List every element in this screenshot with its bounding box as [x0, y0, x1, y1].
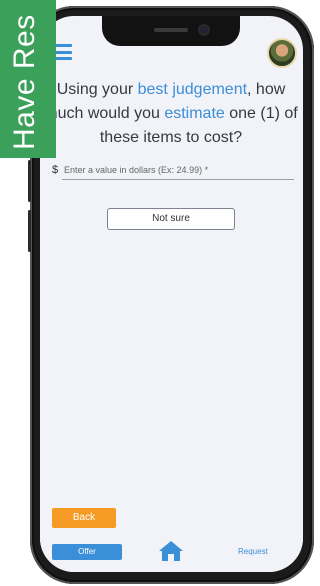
- not-sure-button[interactable]: Not sure: [107, 208, 235, 230]
- currency-symbol: $: [52, 164, 59, 176]
- back-button[interactable]: Back: [52, 508, 116, 528]
- bottom-tab-bar: Offer Request: [40, 534, 303, 572]
- banner-text: Have Res: [8, 14, 41, 150]
- phone-side-button: [28, 210, 31, 252]
- amount-input[interactable]: [62, 161, 294, 180]
- question-text: Using your best judgement, how much woul…: [40, 78, 303, 150]
- request-tab[interactable]: Request: [238, 547, 268, 556]
- question-highlight: estimate: [164, 105, 225, 122]
- question-part: Using your: [56, 81, 138, 98]
- speaker-grille: [154, 28, 188, 32]
- phone-notch: [102, 16, 240, 46]
- phone-side-button: [28, 160, 31, 202]
- question-highlight: best judgement: [137, 81, 248, 98]
- user-avatar[interactable]: [267, 38, 297, 68]
- side-banner: Have Res: [0, 0, 56, 158]
- offer-tab[interactable]: Offer: [52, 544, 122, 560]
- app-screen: Using your best judgement, how much woul…: [40, 16, 303, 572]
- home-icon[interactable]: [158, 540, 184, 562]
- front-camera: [200, 26, 208, 34]
